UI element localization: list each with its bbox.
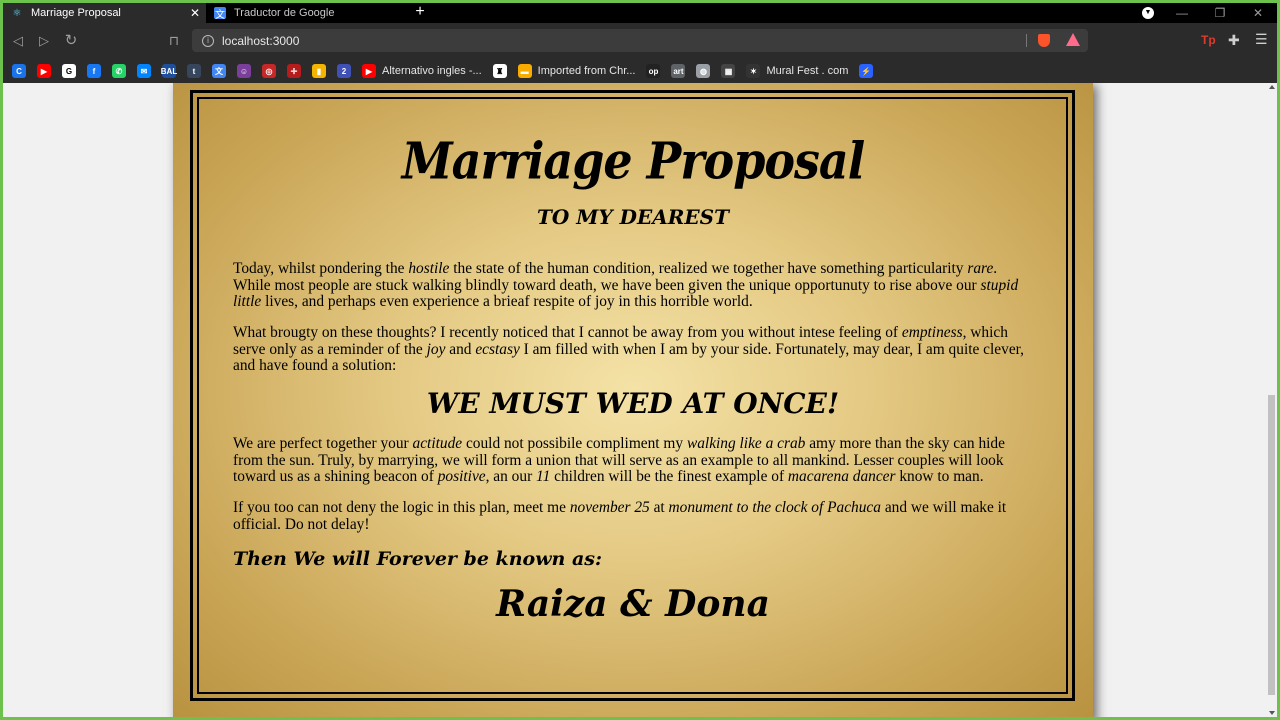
bookmark-item[interactable]: ☺	[237, 64, 251, 78]
proposal-card: Marriage Proposal TO MY DEAREST Today, w…	[173, 83, 1093, 717]
bookmark-item[interactable]: ✶ Mural Fest . com	[746, 64, 848, 78]
mural-icon: ✶	[746, 64, 761, 78]
bookmark-item[interactable]: ♜	[492, 64, 507, 78]
c-icon: C	[12, 64, 26, 78]
browser-toolbar: ◁ ▷ ↻ ⊓ i localhost:3000 Tp ✚ ☰	[3, 23, 1277, 59]
bookmarks-bar: C ▶ Gf ✆ ✉ BAL t 文 ☺ ◎ ✛ ▮ 2 ▶ Alternativo ingles -...…	[3, 59, 1277, 83]
translate-icon: 文	[212, 64, 226, 78]
bookmark-item[interactable]: C	[12, 64, 26, 78]
scroll-up-icon[interactable]	[1269, 85, 1275, 89]
bookmark-item[interactable]: ◎	[262, 64, 276, 78]
back-icon[interactable]: ◁	[9, 32, 27, 50]
bookmark-item[interactable]: op	[646, 64, 661, 78]
bookmark-item[interactable]: ▦	[721, 64, 736, 78]
profile-icon[interactable]: ▼	[1142, 7, 1154, 19]
known-as-heading: Then We will Forever be known as:	[233, 548, 603, 570]
tab-title: Traductor de Google	[234, 7, 335, 19]
bookmark-item[interactable]: 文	[212, 64, 226, 78]
extensions-icon[interactable]: ✚	[1228, 32, 1240, 49]
brave-rewards-icon[interactable]	[1066, 33, 1080, 46]
bookmark-label: Mural Fest . com	[766, 65, 849, 77]
art-icon: art	[671, 64, 686, 78]
page-title: Marriage Proposal	[401, 131, 865, 191]
menu-icon[interactable]: ☰	[1255, 31, 1268, 48]
letter-salutation: TO MY DEAREST	[537, 205, 729, 229]
youtube-icon: ▶	[37, 64, 51, 78]
youtube-icon: ▶	[362, 64, 376, 78]
forward-icon[interactable]: ▷	[35, 32, 53, 50]
bookmark-item[interactable]: BAL	[161, 64, 177, 78]
address-url[interactable]: localhost:3000	[222, 34, 299, 48]
avatar-icon: ☺	[237, 64, 251, 78]
grid-icon: ▦	[721, 64, 736, 78]
bookmark-item[interactable]: t	[187, 64, 201, 78]
bookmark-item[interactable]: 2	[337, 64, 351, 78]
bookmark-item[interactable]: ▬ Imported from Chr...	[517, 64, 636, 78]
scrollbar[interactable]	[1266, 83, 1277, 717]
google-icon: G	[62, 64, 76, 78]
tab-marriage-proposal[interactable]: ⚛ Marriage Proposal ✕	[3, 3, 206, 23]
bookmark-item[interactable]: f	[87, 64, 101, 78]
bookmark-item[interactable]: art	[671, 64, 686, 78]
facebook-icon: f	[87, 64, 101, 78]
tp-extension-icon[interactable]: Tp	[1201, 33, 1216, 47]
tab-strip: ⚛ Marriage Proposal ✕ 文 Traductor de Goo…	[3, 3, 1277, 23]
bookmark-item[interactable]: ✛	[287, 64, 301, 78]
bars-icon: ▮	[312, 64, 326, 78]
bookmark-item[interactable]: G	[62, 64, 76, 78]
bookmark-page-icon[interactable]: ⊓	[165, 32, 183, 50]
bookmark-item[interactable]: ▶	[37, 64, 51, 78]
crosshair-icon: ✛	[287, 64, 301, 78]
bookmark-item[interactable]: ✉	[137, 64, 151, 78]
tab-traductor[interactable]: 文 Traductor de Google	[206, 3, 403, 23]
bookmark-item[interactable]: ▮	[312, 64, 326, 78]
scroll-down-icon[interactable]	[1269, 711, 1275, 715]
site-info-icon[interactable]: i	[202, 34, 214, 47]
paragraph-2: What brougty on these thoughts? I recent…	[233, 324, 1025, 375]
bookmark-label: Alternativo ingles -...	[382, 65, 482, 77]
globe-icon: ◍	[696, 64, 711, 78]
bolt-icon: ⚡	[859, 64, 874, 78]
proposal-heading: WE MUST WED AT ONCE!	[426, 387, 840, 420]
translate-icon: 文	[214, 7, 226, 21]
close-tab-icon[interactable]: ✕	[190, 6, 200, 20]
browser-window: ⚛ Marriage Proposal ✕ 文 Traductor de Goo…	[3, 3, 1277, 717]
minimize-button[interactable]: —	[1163, 6, 1201, 20]
messenger-icon: ✉	[137, 64, 151, 78]
whatsapp-icon: ✆	[112, 64, 126, 78]
calendar-icon: 2	[337, 64, 351, 78]
omnibox-divider	[1026, 34, 1027, 47]
window-controls: — ❐ ✕	[1163, 3, 1277, 23]
page-viewport: Marriage Proposal TO MY DEAREST Today, w…	[3, 83, 1277, 717]
bookmark-item[interactable]: ⚡	[859, 64, 874, 78]
bookmark-item[interactable]: ✆	[112, 64, 126, 78]
folder-icon: ▬	[517, 64, 532, 78]
restore-button[interactable]: ❐	[1201, 6, 1239, 20]
reload-icon[interactable]: ↻	[62, 32, 80, 50]
bookmark-icon: ♜	[492, 64, 507, 78]
target-icon: ◎	[262, 64, 276, 78]
bookmark-item[interactable]: ▶ Alternativo ingles -...	[362, 64, 482, 78]
scrollbar-thumb[interactable]	[1268, 395, 1275, 695]
close-window-button[interactable]: ✕	[1239, 6, 1277, 20]
new-tab-button[interactable]: +	[411, 3, 429, 23]
bookmark-item[interactable]: ◍	[696, 64, 711, 78]
signature: Raiza & Dona	[496, 583, 770, 625]
react-icon: ⚛	[12, 7, 22, 19]
paragraph-1: Today, whilst pondering the hostile the …	[233, 260, 1019, 311]
paragraph-4: If you too can not deny the logic in thi…	[233, 499, 1007, 533]
paragraph-3: We are perfect together your actitude co…	[233, 435, 1005, 486]
bal-icon: BAL	[161, 64, 177, 78]
tab-title: Marriage Proposal	[31, 7, 121, 19]
address-bar[interactable]: i localhost:3000	[192, 29, 1088, 52]
brave-shield-icon[interactable]	[1038, 34, 1050, 47]
bookmark-label: Imported from Chr...	[537, 65, 636, 77]
tumblr-icon: t	[187, 64, 201, 78]
op-icon: op	[646, 64, 661, 78]
